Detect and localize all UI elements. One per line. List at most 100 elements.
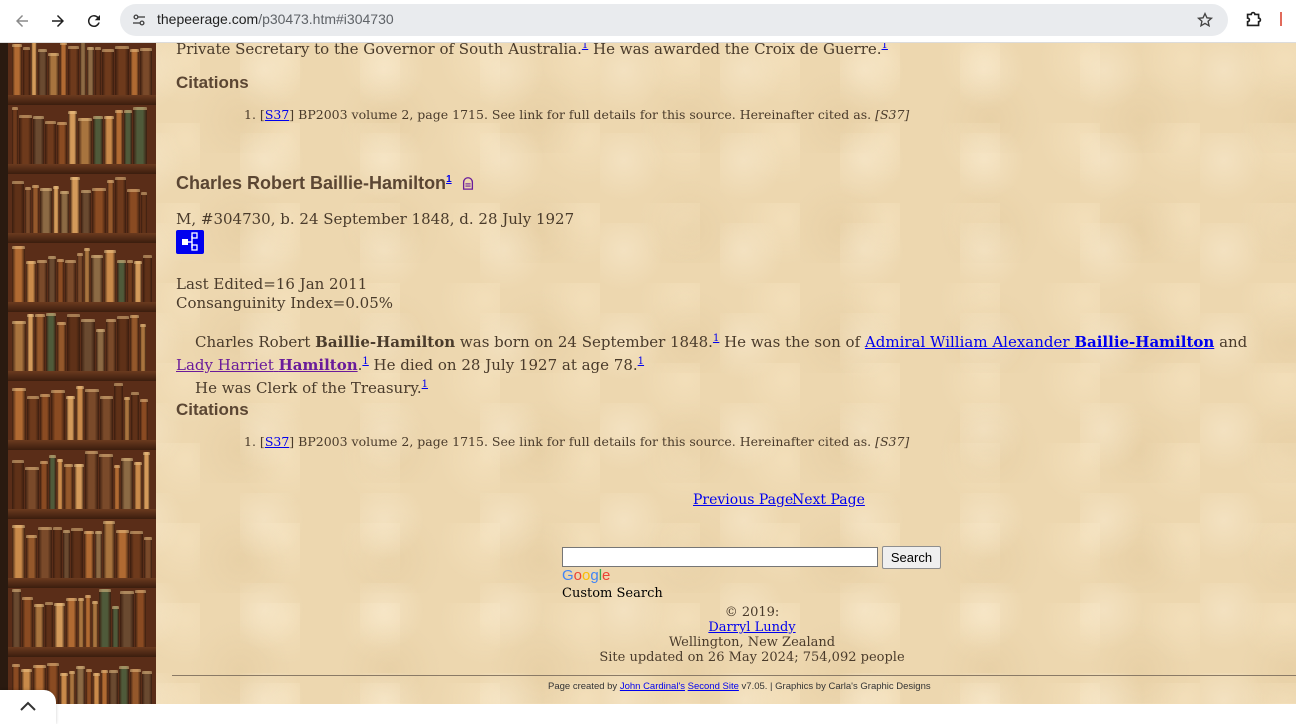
prev-entry-text-a: Private Secretary to the Governor of Sou… <box>176 43 582 58</box>
book-spine <box>48 256 56 302</box>
book-spine <box>93 116 103 164</box>
book-row <box>12 313 152 371</box>
copyright-text: © 2019: <box>724 605 780 620</box>
mother-link[interactable]: Lady Harriet Hamilton <box>176 356 358 374</box>
book-spine <box>127 260 133 302</box>
next-page-link[interactable]: Next Page <box>792 492 865 508</box>
book-spine <box>22 47 31 95</box>
book-row <box>12 521 153 578</box>
book-spine <box>81 319 95 371</box>
book-spine <box>91 255 103 302</box>
mother-given-names: Lady Harriet <box>176 356 274 374</box>
book-spine <box>131 392 139 440</box>
book-spine <box>116 530 130 578</box>
footnote-link[interactable]: 1 <box>422 379 428 390</box>
bookshelf-row <box>8 518 156 588</box>
footnote-link[interactable]: 1 <box>638 356 644 367</box>
book-spine <box>76 386 84 440</box>
extensions-puzzle-icon[interactable] <box>1243 8 1265 30</box>
address-bar[interactable]: thepeerage.com/p30473.htm#i304730 <box>120 4 1228 36</box>
book-spine <box>12 525 25 578</box>
citation-source-link[interactable]: S37 <box>265 107 289 122</box>
book-spine <box>124 397 130 440</box>
book-spine <box>142 671 152 704</box>
bio-surname: Baillie-Hamilton <box>315 333 456 351</box>
book-spine <box>130 315 139 371</box>
book-spine <box>22 597 33 647</box>
chevron-up-icon <box>20 701 36 711</box>
previous-page-link[interactable]: Previous Page <box>693 492 793 508</box>
bio-text: was born on 24 September 1848. <box>455 333 713 351</box>
book-spine <box>85 451 98 509</box>
book-spine <box>84 248 90 302</box>
book-spine <box>144 537 153 578</box>
book-spine <box>78 598 84 647</box>
book-spine <box>67 314 80 371</box>
footnote-link[interactable]: 1 <box>446 174 452 185</box>
search-input[interactable] <box>562 547 878 567</box>
book-spine <box>86 669 93 704</box>
book-spine <box>66 598 77 647</box>
book-spine <box>51 390 65 440</box>
book-spine <box>31 43 38 95</box>
book-spine <box>85 389 99 440</box>
bookshelf-row <box>8 311 156 381</box>
book-row <box>12 589 152 647</box>
reload-button[interactable] <box>80 7 108 35</box>
book-spine <box>134 462 142 509</box>
book-row <box>12 383 152 440</box>
site-info-icon[interactable] <box>130 11 148 29</box>
bookmark-star-icon[interactable] <box>1196 11 1214 29</box>
book-spine <box>53 186 59 233</box>
biography-paragraph: Charles Robert Baillie-Hamilton was born… <box>176 329 1288 398</box>
book-spine <box>65 260 76 302</box>
cardinal-link[interactable]: John Cardinal's <box>620 681 685 692</box>
url-text[interactable]: thepeerage.com/p30473.htm#i304730 <box>157 11 394 27</box>
book-spine <box>124 110 132 164</box>
bookshelf-row <box>8 242 156 312</box>
scroll-to-top-button[interactable] <box>0 690 56 724</box>
author-link[interactable]: Darryl Lundy <box>708 620 795 635</box>
second-site-link[interactable]: Second Site <box>688 681 739 692</box>
book-spine <box>12 181 24 233</box>
mother-surname: Hamilton <box>278 356 358 374</box>
profile-indicator[interactable] <box>1280 12 1282 26</box>
book-spine <box>32 185 39 233</box>
book-spine <box>104 250 116 302</box>
bookshelf-row <box>8 587 156 657</box>
book-spine <box>115 46 129 95</box>
citation-source-link[interactable]: S37 <box>265 434 289 449</box>
book-spine <box>19 115 32 164</box>
father-link[interactable]: Admiral William Alexander Baillie-Hamilt… <box>865 333 1214 351</box>
url-path: /p30473.htm#i304730 <box>258 11 394 27</box>
grave-icon[interactable] <box>461 176 475 190</box>
person-name: Charles Robert Baillie-Hamilton <box>176 173 447 193</box>
family-tree-glyph <box>182 232 198 251</box>
citations-heading: Citations <box>176 400 249 419</box>
book-spine <box>59 673 68 704</box>
reload-icon <box>87 15 100 28</box>
book-spine <box>54 603 65 647</box>
google-logo: Google <box>562 567 610 584</box>
book-row <box>12 43 152 95</box>
book-spine <box>114 465 120 509</box>
book-spine <box>134 261 142 302</box>
forward-button[interactable] <box>44 7 72 35</box>
book-spine <box>12 44 22 95</box>
search-button[interactable]: Search <box>882 546 941 569</box>
book-spine <box>130 531 144 578</box>
book-spine <box>60 191 69 233</box>
consanguinity-index: Consanguinity Index=0.05% <box>176 294 394 312</box>
back-button[interactable] <box>8 7 36 35</box>
book-spine <box>118 666 129 704</box>
book-spine <box>92 601 98 647</box>
book-spine <box>85 595 91 647</box>
book-spine <box>33 116 44 164</box>
family-tree-icon[interactable] <box>176 230 204 254</box>
book-spine <box>38 49 47 95</box>
citation-item: 1. [S37] BP2003 volume 2, page 1715. See… <box>244 434 909 449</box>
footnote-link[interactable]: 1 <box>882 43 888 51</box>
book-spine <box>114 383 123 440</box>
book-spine <box>108 670 118 704</box>
book-spine <box>12 321 26 371</box>
